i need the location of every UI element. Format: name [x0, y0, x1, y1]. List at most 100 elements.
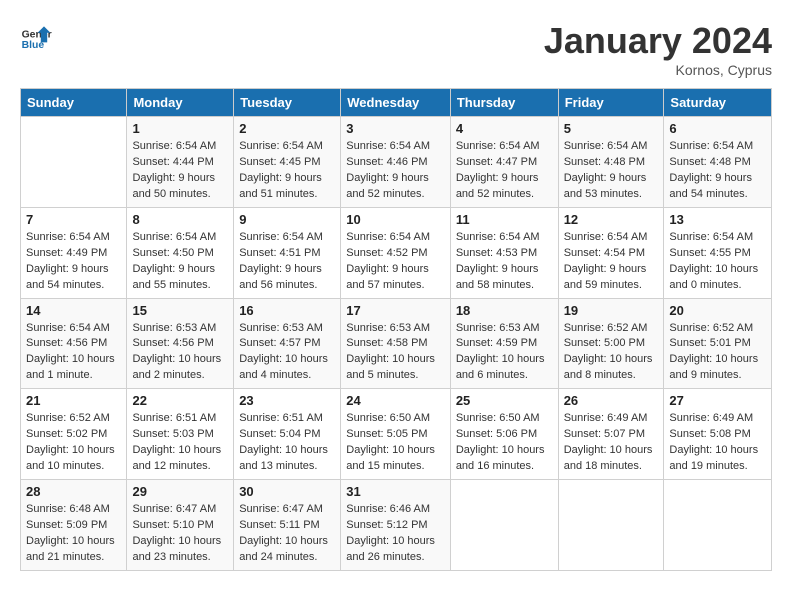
calendar-title: January 2024 [544, 20, 772, 62]
day-info: Sunrise: 6:54 AMSunset: 4:56 PMDaylight:… [26, 321, 121, 385]
day-number: 19 [564, 303, 659, 318]
calendar-table: SundayMondayTuesdayWednesdayThursdayFrid… [20, 88, 772, 571]
calendar-cell: 11 Sunrise: 6:54 AMSunset: 4:53 PMDayligh… [450, 207, 558, 298]
calendar-cell: 29 Sunrise: 6:47 AMSunset: 5:10 PMDayligh… [127, 480, 234, 571]
day-number: 29 [132, 484, 228, 499]
day-info: Sunrise: 6:53 AMSunset: 4:58 PMDaylight:… [346, 321, 445, 385]
day-number: 8 [132, 212, 228, 227]
column-header-friday: Friday [558, 89, 664, 117]
calendar-cell [558, 480, 664, 571]
calendar-cell: 25 Sunrise: 6:50 AMSunset: 5:06 PMDayligh… [450, 389, 558, 480]
day-number: 22 [132, 393, 228, 408]
calendar-cell: 21 Sunrise: 6:52 AMSunset: 5:02 PMDayligh… [21, 389, 127, 480]
day-number: 18 [456, 303, 553, 318]
calendar-cell [21, 117, 127, 208]
day-info: Sunrise: 6:52 AMSunset: 5:02 PMDaylight:… [26, 411, 121, 475]
calendar-cell: 10 Sunrise: 6:54 AMSunset: 4:52 PMDayligh… [341, 207, 451, 298]
day-info: Sunrise: 6:54 AMSunset: 4:47 PMDaylight:… [456, 139, 553, 203]
calendar-cell: 28 Sunrise: 6:48 AMSunset: 5:09 PMDayligh… [21, 480, 127, 571]
calendar-cell: 30Sunrise: 6:47 AMSunset: 5:11 PMDayligh… [234, 480, 341, 571]
day-info: Sunrise: 6:49 AMSunset: 5:08 PMDaylight:… [669, 411, 766, 475]
calendar-cell: 26 Sunrise: 6:49 AMSunset: 5:07 PMDayligh… [558, 389, 664, 480]
logo: General Blue [20, 20, 52, 52]
week-row-5: 28 Sunrise: 6:48 AMSunset: 5:09 PMDayligh… [21, 480, 772, 571]
column-header-thursday: Thursday [450, 89, 558, 117]
day-number: 26 [564, 393, 659, 408]
day-number: 2 [239, 121, 335, 136]
day-info: Sunrise: 6:54 AMSunset: 4:50 PMDaylight:… [132, 230, 228, 294]
day-info: Sunrise: 6:54 AMSunset: 4:54 PMDaylight:… [564, 230, 659, 294]
calendar-cell [664, 480, 772, 571]
day-number: 11 [456, 212, 553, 227]
day-info: Sunrise: 6:54 AMSunset: 4:52 PMDaylight:… [346, 230, 445, 294]
day-number: 25 [456, 393, 553, 408]
day-info: Sunrise: 6:54 AMSunset: 4:55 PMDaylight:… [669, 230, 766, 294]
calendar-cell: 2 Sunrise: 6:54 AMSunset: 4:45 PMDaylight… [234, 117, 341, 208]
calendar-cell: 15 Sunrise: 6:53 AMSunset: 4:56 PMDayligh… [127, 298, 234, 389]
calendar-cell: 12 Sunrise: 6:54 AMSunset: 4:54 PMDayligh… [558, 207, 664, 298]
day-info: Sunrise: 6:54 AMSunset: 4:51 PMDaylight:… [239, 230, 335, 294]
day-number: 5 [564, 121, 659, 136]
day-number: 16 [239, 303, 335, 318]
calendar-cell: 5 Sunrise: 6:54 AMSunset: 4:48 PMDaylight… [558, 117, 664, 208]
calendar-cell: 31 Sunrise: 6:46 AMSunset: 5:12 PMDayligh… [341, 480, 451, 571]
day-info: Sunrise: 6:49 AMSunset: 5:07 PMDaylight:… [564, 411, 659, 475]
day-number: 10 [346, 212, 445, 227]
calendar-cell: 23 Sunrise: 6:51 AMSunset: 5:04 PMDayligh… [234, 389, 341, 480]
day-number: 28 [26, 484, 121, 499]
calendar-cell: 6 Sunrise: 6:54 AMSunset: 4:48 PMDaylight… [664, 117, 772, 208]
week-row-4: 21 Sunrise: 6:52 AMSunset: 5:02 PMDayligh… [21, 389, 772, 480]
page-header: General Blue January 2024 Kornos, Cyprus [20, 20, 772, 78]
day-number: 12 [564, 212, 659, 227]
calendar-cell [450, 480, 558, 571]
calendar-cell: 7Sunrise: 6:54 AMSunset: 4:49 PMDaylight… [21, 207, 127, 298]
calendar-body: 1 Sunrise: 6:54 AMSunset: 4:44 PMDaylight… [21, 117, 772, 571]
calendar-cell: 20 Sunrise: 6:52 AMSunset: 5:01 PMDayligh… [664, 298, 772, 389]
week-row-1: 1 Sunrise: 6:54 AMSunset: 4:44 PMDaylight… [21, 117, 772, 208]
day-info: Sunrise: 6:52 AMSunset: 5:01 PMDaylight:… [669, 321, 766, 385]
week-row-3: 14 Sunrise: 6:54 AMSunset: 4:56 PMDayligh… [21, 298, 772, 389]
day-info: Sunrise: 6:50 AMSunset: 5:06 PMDaylight:… [456, 411, 553, 475]
calendar-cell: 1 Sunrise: 6:54 AMSunset: 4:44 PMDaylight… [127, 117, 234, 208]
calendar-cell: 18Sunrise: 6:53 AMSunset: 4:59 PMDayligh… [450, 298, 558, 389]
day-info: Sunrise: 6:51 AMSunset: 5:04 PMDaylight:… [239, 411, 335, 475]
day-info: Sunrise: 6:54 AMSunset: 4:49 PMDaylight:… [26, 230, 121, 294]
day-number: 27 [669, 393, 766, 408]
day-number: 31 [346, 484, 445, 499]
column-header-tuesday: Tuesday [234, 89, 341, 117]
calendar-cell: 4 Sunrise: 6:54 AMSunset: 4:47 PMDaylight… [450, 117, 558, 208]
day-number: 6 [669, 121, 766, 136]
day-info: Sunrise: 6:50 AMSunset: 5:05 PMDaylight:… [346, 411, 445, 475]
calendar-subtitle: Kornos, Cyprus [544, 62, 772, 78]
day-info: Sunrise: 6:47 AMSunset: 5:10 PMDaylight:… [132, 502, 228, 566]
day-number: 4 [456, 121, 553, 136]
column-header-sunday: Sunday [21, 89, 127, 117]
column-header-wednesday: Wednesday [341, 89, 451, 117]
day-info: Sunrise: 6:51 AMSunset: 5:03 PMDaylight:… [132, 411, 228, 475]
day-number: 24 [346, 393, 445, 408]
day-number: 17 [346, 303, 445, 318]
day-info: Sunrise: 6:54 AMSunset: 4:48 PMDaylight:… [669, 139, 766, 203]
column-headers: SundayMondayTuesdayWednesdayThursdayFrid… [21, 89, 772, 117]
day-info: Sunrise: 6:54 AMSunset: 4:44 PMDaylight:… [132, 139, 228, 203]
day-number: 14 [26, 303, 121, 318]
day-number: 9 [239, 212, 335, 227]
day-number: 20 [669, 303, 766, 318]
calendar-cell: 13Sunrise: 6:54 AMSunset: 4:55 PMDayligh… [664, 207, 772, 298]
calendar-cell: 24 Sunrise: 6:50 AMSunset: 5:05 PMDayligh… [341, 389, 451, 480]
calendar-cell: 3Sunrise: 6:54 AMSunset: 4:46 PMDaylight… [341, 117, 451, 208]
day-info: Sunrise: 6:52 AMSunset: 5:00 PMDaylight:… [564, 321, 659, 385]
calendar-cell: 14 Sunrise: 6:54 AMSunset: 4:56 PMDayligh… [21, 298, 127, 389]
day-info: Sunrise: 6:54 AMSunset: 4:48 PMDaylight:… [564, 139, 659, 203]
day-info: Sunrise: 6:48 AMSunset: 5:09 PMDaylight:… [26, 502, 121, 566]
calendar-cell: 16Sunrise: 6:53 AMSunset: 4:57 PMDayligh… [234, 298, 341, 389]
column-header-saturday: Saturday [664, 89, 772, 117]
day-info: Sunrise: 6:54 AMSunset: 4:53 PMDaylight:… [456, 230, 553, 294]
day-number: 23 [239, 393, 335, 408]
day-number: 21 [26, 393, 121, 408]
day-number: 15 [132, 303, 228, 318]
day-number: 1 [132, 121, 228, 136]
day-info: Sunrise: 6:54 AMSunset: 4:45 PMDaylight:… [239, 139, 335, 203]
day-info: Sunrise: 6:46 AMSunset: 5:12 PMDaylight:… [346, 502, 445, 566]
day-info: Sunrise: 6:53 AMSunset: 4:56 PMDaylight:… [132, 321, 228, 385]
